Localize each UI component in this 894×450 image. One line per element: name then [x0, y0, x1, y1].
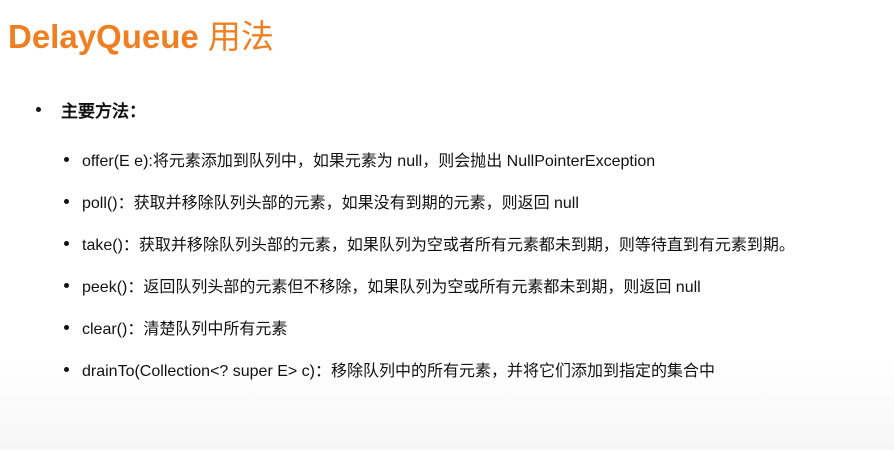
method-text: clear()：清楚队列中所有元素 — [82, 321, 288, 338]
list-item-drainto: drainTo(Collection<? super E> c)：移除队列中的所… — [64, 348, 795, 390]
method-text: drainTo(Collection<? super E> c)：移除队列中的所… — [82, 363, 716, 380]
bullet-dot-icon — [64, 198, 69, 204]
list-item-offer: offer(E e):将元素添加到队列中，如果元素为 null，则会抛出 Nul… — [64, 138, 795, 180]
list-item-take: take()：获取并移除队列头部的元素，如果队列为空或者所有元素都未到期，则等待… — [64, 222, 795, 264]
method-text: peek()：返回队列头部的元素但不移除，如果队列为空或所有元素都未到期，则返回… — [82, 279, 701, 296]
bullet-dot-icon — [64, 282, 69, 288]
list-item-poll: poll()：获取并移除队列头部的元素，如果没有到期的元素，则返回 null — [64, 180, 795, 222]
slide: DelayQueue 用法 主要方法： offer(E e):将元素添加到队列中… — [0, 0, 894, 450]
list-item-peek: peek()：返回队列头部的元素但不移除，如果队列为空或所有元素都未到期，则返回… — [64, 264, 795, 306]
section-heading: 主要方法： — [36, 97, 146, 122]
title-latin: DelayQueue — [8, 18, 199, 55]
bullet-dot-icon — [64, 240, 69, 246]
section-label: 主要方法： — [61, 102, 146, 121]
method-text: take()：获取并移除队列头部的元素，如果队列为空或者所有元素都未到期，则等待… — [82, 237, 795, 254]
method-text: offer(E e):将元素添加到队列中，如果元素为 null，则会抛出 Nul… — [82, 153, 656, 170]
title-cjk: 用法 — [198, 18, 274, 55]
slide-title: DelayQueue 用法 — [8, 10, 274, 58]
method-list: offer(E e):将元素添加到队列中，如果元素为 null，则会抛出 Nul… — [64, 138, 795, 390]
bullet-dot-icon — [64, 324, 69, 330]
list-item-clear: clear()：清楚队列中所有元素 — [64, 306, 795, 348]
bullet-dot-icon — [64, 366, 69, 372]
method-text: poll()：获取并移除队列头部的元素，如果没有到期的元素，则返回 null — [82, 195, 579, 212]
bullet-dot-icon — [36, 107, 41, 112]
bullet-dot-icon — [64, 156, 69, 162]
